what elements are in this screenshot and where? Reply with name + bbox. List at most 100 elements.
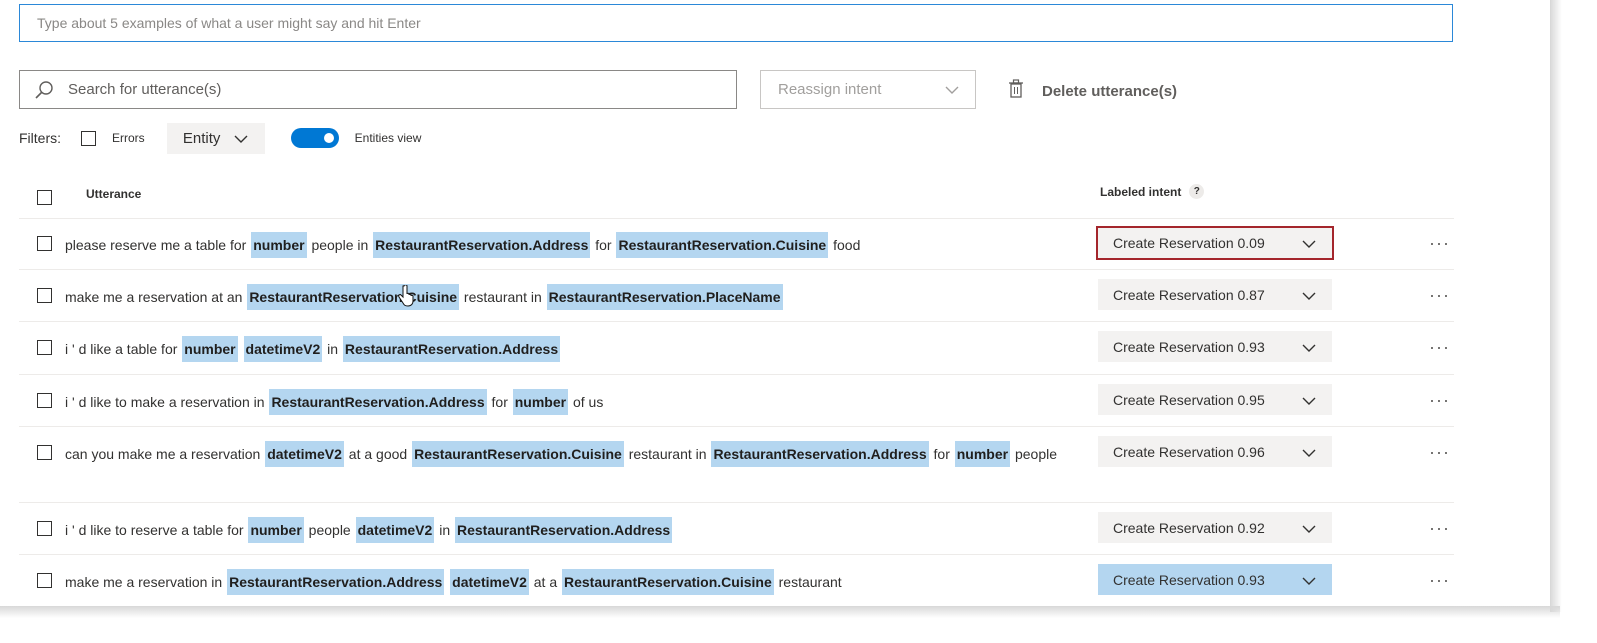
search-utterance-input[interactable]: Search for utterance(s) xyxy=(19,70,737,109)
utterance-fragment: at a good xyxy=(344,446,412,462)
entity-label[interactable]: RestaurantReservation.Cuisine xyxy=(247,284,460,310)
utterance-fragment: people xyxy=(304,522,355,538)
utterances-panel: Type about 5 examples of what a user mig… xyxy=(0,0,1551,610)
more-options-icon[interactable]: ··· xyxy=(1429,390,1450,411)
labeled-intent-label: Labeled intent xyxy=(1100,184,1182,199)
table-row[interactable]: i ' d like to reserve a table for number… xyxy=(19,503,1454,555)
utterance-fragment: at a xyxy=(529,574,561,590)
utterance-text: can you make me a reservation datetimeV2… xyxy=(65,440,1075,469)
entity-label[interactable]: number xyxy=(182,336,238,362)
table-row[interactable]: make me a reservation in RestaurantReser… xyxy=(19,555,1454,607)
more-options-icon[interactable]: ··· xyxy=(1429,518,1450,539)
utterance-fragment: in xyxy=(323,341,342,357)
row-checkbox[interactable] xyxy=(37,288,52,303)
utterance-fragment xyxy=(445,574,449,590)
intent-label: Create Reservation 0.92 xyxy=(1113,519,1265,536)
example-utterance-input[interactable]: Type about 5 examples of what a user mig… xyxy=(19,4,1453,42)
more-options-icon[interactable]: ··· xyxy=(1429,442,1450,463)
labeled-intent-dropdown[interactable]: Create Reservation 0.93 xyxy=(1098,564,1332,595)
labeled-intent-dropdown[interactable]: Create Reservation 0.95 xyxy=(1098,384,1332,415)
utterance-fragment: can you make me a reservation xyxy=(65,446,265,462)
chevron-down-icon xyxy=(1302,339,1316,355)
page-shadow xyxy=(0,606,1560,618)
table-row[interactable]: can you make me a reservation datetimeV2… xyxy=(19,427,1454,503)
entity-label[interactable]: RestaurantReservation.Cuisine xyxy=(562,569,774,595)
labeled-intent-dropdown[interactable]: Create Reservation 0.93 xyxy=(1098,331,1332,362)
utterance-fragment: restaurant in xyxy=(460,289,546,305)
labeled-intent-column-header: Labeled intent ? xyxy=(1100,184,1205,199)
utterance-text: make me a reservation in RestaurantReser… xyxy=(65,568,1075,597)
table-row[interactable]: i ' d like to make a reservation in Rest… xyxy=(19,375,1454,427)
entities-view-toggle[interactable] xyxy=(290,128,339,148)
help-icon[interactable]: ? xyxy=(1189,184,1205,199)
entity-label[interactable]: RestaurantReservation.Address xyxy=(455,517,673,543)
entity-label[interactable]: number xyxy=(248,517,304,543)
entity-filter-dropdown[interactable]: Entity xyxy=(166,122,265,154)
more-options-icon[interactable]: ··· xyxy=(1429,285,1450,306)
entity-label[interactable]: datetimeV2 xyxy=(450,569,529,595)
entity-label[interactable]: RestaurantReservation.Cuisine xyxy=(412,441,624,467)
entity-label[interactable]: RestaurantReservation.Address xyxy=(342,336,561,362)
trash-icon xyxy=(1008,79,1024,103)
row-checkbox[interactable] xyxy=(37,573,52,588)
reassign-intent-dropdown[interactable]: Reassign intent xyxy=(760,70,976,109)
more-options-icon[interactable]: ··· xyxy=(1429,570,1450,591)
utterance-fragment xyxy=(239,341,243,357)
table-row[interactable]: please reserve me a table for number peo… xyxy=(19,218,1454,270)
entity-label[interactable]: datetimeV2 xyxy=(265,441,344,467)
utterance-fragment: for xyxy=(591,237,616,253)
entity-label[interactable]: number xyxy=(251,232,307,258)
delete-label: Delete utterance(s) xyxy=(1042,82,1178,100)
row-checkbox[interactable] xyxy=(37,340,52,355)
entity-label[interactable]: RestaurantReservation.Address xyxy=(711,441,929,467)
row-checkbox[interactable] xyxy=(37,445,52,460)
entity-label[interactable]: datetimeV2 xyxy=(243,336,323,362)
reassign-intent-label: Reassign intent xyxy=(778,81,882,98)
chevron-down-icon xyxy=(945,81,959,98)
intent-label: Create Reservation 0.87 xyxy=(1113,286,1265,303)
utterance-fragment: restaurant xyxy=(774,574,842,590)
select-all-checkbox[interactable] xyxy=(37,190,52,205)
entity-label[interactable]: datetimeV2 xyxy=(355,517,435,543)
utterance-fragment: make me a reservation in xyxy=(65,574,227,590)
chevron-down-icon xyxy=(1302,444,1316,460)
utterance-text: i ' d like a table for number datetimeV2… xyxy=(65,335,1075,364)
labeled-intent-dropdown[interactable]: Create Reservation 0.09 xyxy=(1096,226,1334,260)
errors-checkbox[interactable] xyxy=(81,130,96,146)
more-options-icon[interactable]: ··· xyxy=(1429,337,1450,358)
chevron-down-icon xyxy=(1302,520,1316,536)
labeled-intent-dropdown[interactable]: Create Reservation 0.87 xyxy=(1098,279,1332,310)
row-checkbox[interactable] xyxy=(37,521,52,536)
chevron-down-icon xyxy=(234,130,248,147)
table-row[interactable]: i ' d like a table for number datetimeV2… xyxy=(19,322,1454,375)
utterance-fragment: for xyxy=(487,394,512,410)
entity-label[interactable]: RestaurantReservation.Address xyxy=(269,389,487,415)
table-header: Utterance Labeled intent ? xyxy=(19,176,1454,219)
utterance-fragment: please reserve me a table for xyxy=(65,237,251,253)
table-row[interactable]: make me a reservation at an RestaurantRe… xyxy=(19,270,1454,322)
utterance-fragment: i ' d like a table for xyxy=(65,341,182,357)
row-checkbox[interactable] xyxy=(37,393,52,408)
labeled-intent-dropdown[interactable]: Create Reservation 0.96 xyxy=(1098,436,1332,467)
intent-label: Create Reservation 0.95 xyxy=(1113,391,1265,408)
entity-label[interactable]: RestaurantReservation.PlaceName xyxy=(546,284,783,310)
utterance-text: please reserve me a table for number peo… xyxy=(65,231,1075,260)
chevron-down-icon xyxy=(1302,235,1316,251)
utterance-column-header: Utterance xyxy=(86,187,142,201)
chevron-down-icon xyxy=(1302,572,1316,588)
chevron-down-icon xyxy=(1302,287,1316,303)
labeled-intent-dropdown[interactable]: Create Reservation 0.92 xyxy=(1098,512,1332,543)
utterance-text: i ' d like to reserve a table for number… xyxy=(65,516,1075,545)
delete-utterances-button[interactable]: Delete utterance(s) xyxy=(1008,78,1177,104)
entity-label[interactable]: number xyxy=(954,441,1011,467)
utterance-fragment: of us xyxy=(569,394,604,410)
utterance-fragment: i ' d like to reserve a table for xyxy=(65,522,248,538)
more-options-icon[interactable]: ··· xyxy=(1429,233,1450,254)
utterance-fragment: people in xyxy=(307,237,373,253)
row-checkbox[interactable] xyxy=(37,236,52,251)
entity-label[interactable]: RestaurantReservation.Address xyxy=(227,569,445,595)
entity-label[interactable]: RestaurantReservation.Cuisine xyxy=(616,232,829,258)
entity-label[interactable]: number xyxy=(512,389,569,415)
entity-label[interactable]: RestaurantReservation.Address xyxy=(373,232,591,258)
intent-label: Create Reservation 0.96 xyxy=(1113,443,1265,460)
